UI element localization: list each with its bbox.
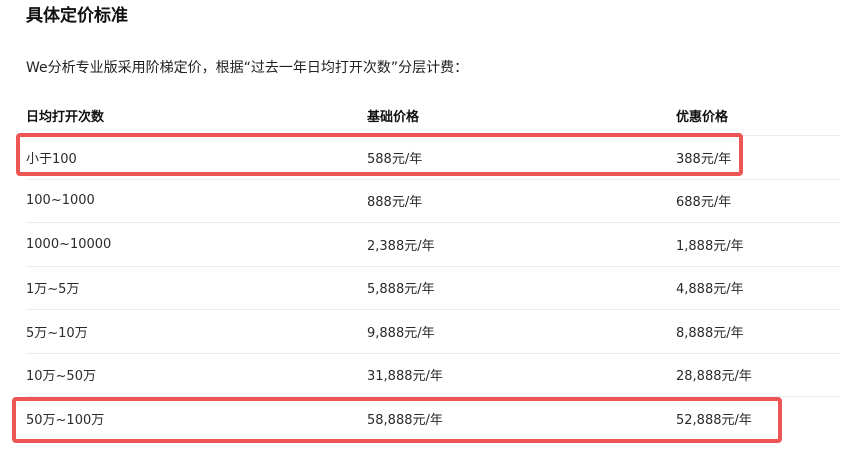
table-row: 5万~10万 9,888元/年 8,888元/年 (26, 310, 841, 354)
base-price-cell: 588元/年 (367, 151, 423, 167)
base-price-cell: 9,888元/年 (367, 325, 435, 341)
tier-cell: 1000~10000 (26, 236, 112, 252)
discount-price-cell: 388元/年 (676, 151, 732, 167)
discount-price-cell: 1,888元/年 (676, 238, 744, 254)
tier-cell: 50万~100万 (26, 413, 105, 429)
base-price-cell: 888元/年 (367, 195, 423, 211)
tier-cell: 1万~5万 (26, 282, 80, 298)
tier-cell: 小于100 (26, 151, 77, 167)
base-price-cell: 31,888元/年 (367, 369, 443, 385)
base-price-cell: 58,888元/年 (367, 413, 443, 429)
table-row: 1万~5万 5,888元/年 4,888元/年 (26, 267, 841, 310)
pricing-page: 具体定价标准 We分析专业版采用阶梯定价，根据“过去一年日均打开次数”分层计费：… (0, 0, 841, 455)
base-price-cell: 5,888元/年 (367, 282, 435, 298)
header-discount-price: 优惠价格 (676, 110, 729, 125)
discount-price-cell: 4,888元/年 (676, 282, 744, 298)
tier-cell: 10万~50万 (26, 369, 96, 385)
tier-cell: 5万~10万 (26, 325, 88, 341)
table-row: 10万~50万 31,888元/年 28,888元/年 (26, 354, 841, 397)
discount-price-cell: 52,888元/年 (676, 413, 752, 429)
header-base-price: 基础价格 (367, 110, 420, 125)
discount-price-cell: 28,888元/年 (676, 369, 752, 385)
table-row: 100~1000 888元/年 688元/年 (26, 180, 841, 223)
base-price-cell: 2,388元/年 (367, 238, 435, 254)
table-row: 小于100 588元/年 388元/年 (26, 136, 841, 180)
table-header-row: 日均打开次数 基础价格 优惠价格 (26, 96, 841, 136)
header-daily-opens: 日均打开次数 (26, 110, 105, 125)
page-title: 具体定价标准 (26, 6, 128, 26)
discount-price-cell: 8,888元/年 (676, 325, 744, 341)
pricing-table: 日均打开次数 基础价格 优惠价格 小于100 588元/年 388元/年 100… (26, 96, 841, 441)
discount-price-cell: 688元/年 (676, 195, 732, 211)
intro-text: We分析专业版采用阶梯定价，根据“过去一年日均打开次数”分层计费： (26, 60, 469, 76)
table-row: 50万~100万 58,888元/年 52,888元/年 (26, 397, 841, 441)
table-row: 1000~10000 2,388元/年 1,888元/年 (26, 223, 841, 267)
tier-cell: 100~1000 (26, 193, 95, 209)
